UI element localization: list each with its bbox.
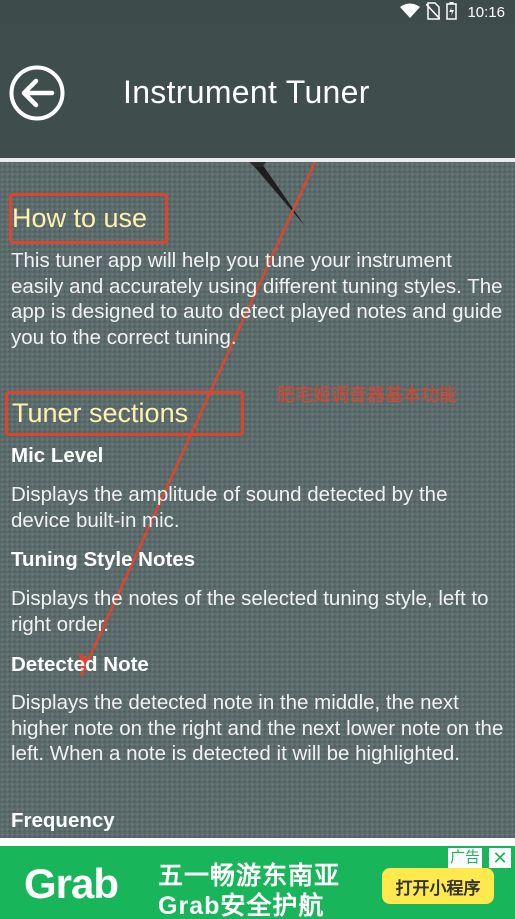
mic-level-label: Mic Level [11, 444, 104, 467]
ad-tag: 广告 [448, 848, 483, 868]
no-sim-icon [425, 1, 442, 23]
detected-note-text: Displays the detected note in the middle… [11, 691, 504, 766]
mic-level-text: Displays the amplitude of sound detected… [11, 483, 448, 532]
ad-subheadline: Grab安全护航 [158, 892, 325, 919]
tuner-sections-heading: Tuner sections [12, 398, 189, 428]
annotation-label: 肥宅姬调音器基本功能 [277, 385, 457, 405]
content-bottom-divider [0, 838, 515, 846]
app-bar: Instrument Tuner [0, 24, 515, 158]
help-content[interactable]: How to use This tuner app will help you … [0, 162, 515, 838]
grab-logo: Grab [24, 860, 119, 907]
back-arrow-icon [9, 65, 65, 121]
open-mini-program-button[interactable]: 打开小程序 [382, 868, 494, 904]
tuner-needle-icon [250, 162, 305, 226]
battery-icon [446, 1, 458, 23]
ad-close-icon[interactable]: ✕ [489, 848, 511, 868]
back-button[interactable] [8, 64, 66, 122]
detected-note-label: Detected Note [11, 653, 149, 676]
tuning-style-notes-label: Tuning Style Notes [11, 548, 196, 571]
status-time: 10:16 [467, 3, 505, 21]
page-title: Instrument Tuner [123, 74, 370, 110]
tuning-style-notes-text: Displays the notes of the selected tunin… [11, 587, 489, 636]
wifi-icon [400, 3, 421, 22]
how-to-use-text: This tuner app will help you tune your i… [11, 249, 503, 350]
frequency-label: Frequency [11, 809, 115, 832]
status-bar: 10:16 [0, 0, 515, 24]
how-to-use-heading: How to use [12, 203, 148, 233]
ad-banner[interactable]: Grab 五一畅游东南亚 Grab安全护航 打开小程序 广告 ✕ [0, 846, 515, 919]
